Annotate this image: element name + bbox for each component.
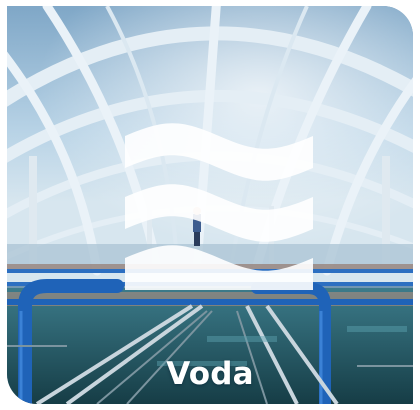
voda-tile[interactable]: Voda xyxy=(7,6,413,404)
water-waves-icon xyxy=(125,123,313,290)
tile-label: Voda xyxy=(166,356,254,392)
